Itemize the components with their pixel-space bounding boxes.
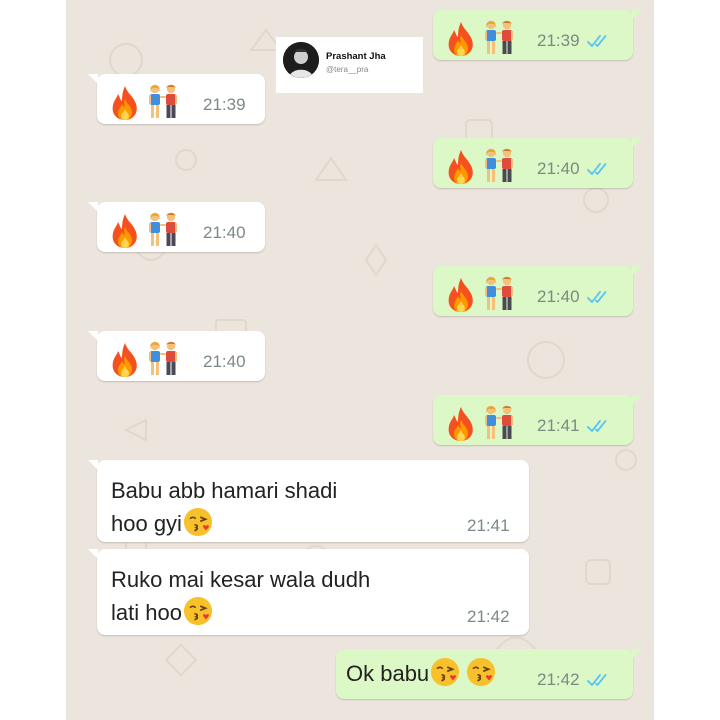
message-line: Ruko mai kesar wala dudh [111, 567, 371, 592]
kissing-face-emoji-icon [430, 657, 460, 687]
outgoing-message[interactable]: 21:40 [433, 266, 642, 316]
message-line: Babu abb hamari shadi [111, 478, 338, 503]
avatar-photo [283, 42, 319, 78]
incoming-message[interactable]: 21:40 [88, 331, 265, 381]
message-timestamp: 21:40 [537, 287, 580, 306]
message-emoji [445, 19, 517, 57]
fire-emoji-icon [445, 21, 477, 57]
fire-emoji-icon [445, 277, 477, 313]
fire-emoji-icon [109, 85, 141, 121]
message-line: lati hoo [111, 596, 370, 629]
message-timestamp: 21:40 [203, 223, 246, 242]
message-timestamp: 21:42 [537, 670, 580, 689]
outgoing-message[interactable]: Ok babu 21:42 [336, 649, 642, 699]
message-line: Ok babu [346, 657, 496, 690]
message-emoji [109, 340, 181, 378]
message-timestamp: 21:39 [203, 95, 246, 114]
message-emoji [109, 83, 181, 121]
message-line: hoo gyi [111, 507, 337, 540]
message-timestamp: 21:41 [537, 416, 580, 435]
message-timestamp: 21:40 [203, 352, 246, 371]
fire-emoji-icon [109, 213, 141, 249]
read-ticks-icon [587, 34, 609, 48]
fire-emoji-icon [445, 406, 477, 442]
incoming-message[interactable]: 21:40 [88, 202, 265, 252]
fire-emoji-icon [445, 149, 477, 185]
couple-emoji-icon [145, 211, 181, 249]
message-emoji [445, 275, 517, 313]
message-timestamp: 21:41 [467, 516, 510, 535]
avatar [283, 42, 319, 78]
couple-emoji-icon [481, 275, 517, 313]
message-timestamp: 21:39 [537, 31, 580, 50]
couple-emoji-icon [145, 83, 181, 121]
fire-emoji-icon [109, 342, 141, 378]
couple-emoji-icon [481, 147, 517, 185]
watermark-handle: @tera__pra [326, 65, 369, 74]
chat-background: 21:39 Prashant Jha @tera__pra 21:39 21:4… [66, 0, 654, 720]
message-line-text: lati hoo [111, 600, 182, 625]
outgoing-message[interactable]: 21:41 [433, 395, 642, 445]
outgoing-message[interactable]: 21:39 [433, 10, 642, 60]
read-ticks-icon [587, 162, 609, 176]
incoming-message[interactable]: Ruko mai kesar wala dudh lati hoo 21:42 [88, 549, 529, 635]
couple-emoji-icon [145, 340, 181, 378]
watermark-card: Prashant Jha @tera__pra [276, 37, 423, 93]
kissing-face-emoji-icon [183, 507, 213, 537]
message-text: Ruko mai kesar wala dudh lati hoo [111, 563, 370, 629]
message-text: Babu abb hamari shadi hoo gyi [111, 474, 337, 540]
message-line-text: hoo gyi [111, 511, 182, 536]
message-timestamp: 21:42 [467, 607, 510, 626]
read-ticks-icon [587, 419, 609, 433]
read-ticks-icon [587, 673, 609, 687]
message-timestamp: 21:40 [537, 159, 580, 178]
message-emoji [445, 404, 517, 442]
kissing-face-emoji-icon [183, 596, 213, 626]
message-emoji [445, 147, 517, 185]
couple-emoji-icon [481, 404, 517, 442]
message-line-text: Ok babu [346, 661, 430, 686]
message-emoji [109, 211, 181, 249]
read-ticks-icon [587, 290, 609, 304]
kissing-face-emoji-icon [466, 657, 496, 687]
watermark-name: Prashant Jha [326, 51, 386, 62]
incoming-message[interactable]: 21:39 [88, 74, 265, 124]
outgoing-message[interactable]: 21:40 [433, 138, 642, 188]
couple-emoji-icon [481, 19, 517, 57]
message-text: Ok babu [346, 657, 496, 690]
incoming-message[interactable]: Babu abb hamari shadi hoo gyi 21:41 [88, 460, 529, 542]
